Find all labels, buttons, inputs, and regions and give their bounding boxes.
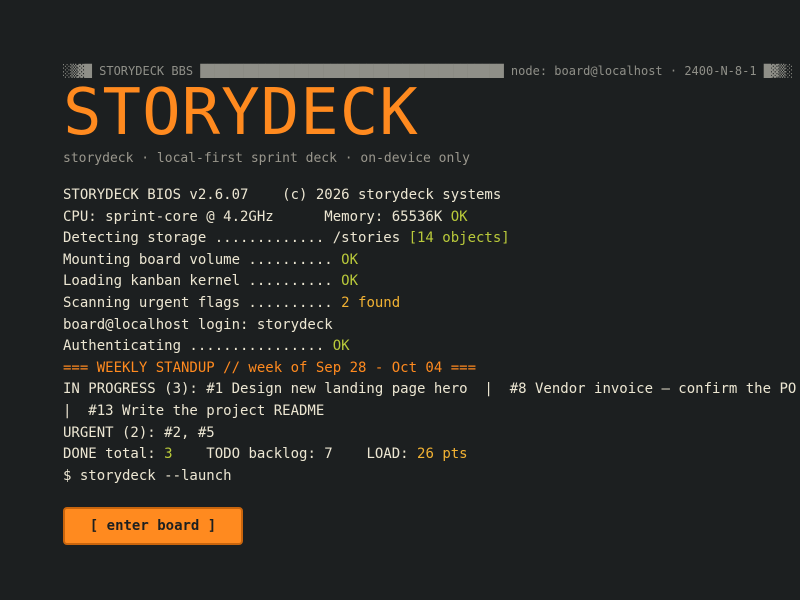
urgent-line: URGENT (2): #2, #5 [63,424,215,441]
storage-line: Detecting storage ............. /stories… [63,228,800,250]
in-progress-line: IN PROGRESS (3): #1 Design new landing p… [63,381,800,398]
terminal-screen: ░▒▓█ STORYDECK BBS █████████████████████… [63,63,800,600]
app-logo: STORYDECK [63,76,419,150]
bios-line: STORYDECK BIOS v2.6.07 (c) 2026 storydec… [63,187,502,203]
todo-load-label: TODO backlog: 7 LOAD: [172,446,418,463]
launch-prompt: $ storydeck --launch [63,467,232,484]
urgent-scan-line: Scanning urgent flags .......... 2 found [63,293,800,315]
done-label: DONE total: [63,446,165,463]
boot-log: STORYDECK BIOS v2.6.07 (c) 2026 storydec… [63,185,800,487]
launch-area: [ enter board ] [63,507,800,546]
login-line: board@localhost login: storydeck [63,316,333,333]
kernel-line: Loading kanban kernel .......... OK [63,271,800,293]
in-progress-continued-line: | #13 Write the project README [63,402,325,419]
cpu-line: CPU: sprint-core @ 4.2GHz Memory: 65536K… [63,207,800,229]
kernel-label: Loading kanban kernel .......... [63,273,342,290]
summary-line: DONE total: 3 TODO backlog: 7 LOAD: 26 p… [63,444,800,466]
storage-status: [14 objects] [408,230,510,247]
auth-label: Authenticating ................ [63,338,333,355]
auth-status: OK [332,338,350,355]
cpu-status: OK [450,208,468,225]
enter-board-button[interactable]: [ enter board ] [63,507,243,546]
mount-label: Mounting board volume .......... [63,251,342,268]
tagline: storydeck · local-first sprint deck · on… [63,151,470,166]
standup-header: === WEEKLY STANDUP // week of Sep 28 - O… [63,359,477,376]
urgent-scan-status: 2 found [341,294,401,311]
urgent-scan-label: Scanning urgent flags .......... [63,294,342,311]
storage-label: Detecting storage ............. /stories [63,230,409,247]
mount-status: OK [341,251,359,268]
mount-line: Mounting board volume .......... OK [63,250,800,272]
load-value: 26 pts [417,446,468,463]
auth-line: Authenticating ................ OK [63,336,800,358]
done-value: 3 [164,446,173,463]
kernel-status: OK [341,273,359,290]
cpu-label: CPU: sprint-core @ 4.2GHz Memory: 65536K [63,208,451,225]
